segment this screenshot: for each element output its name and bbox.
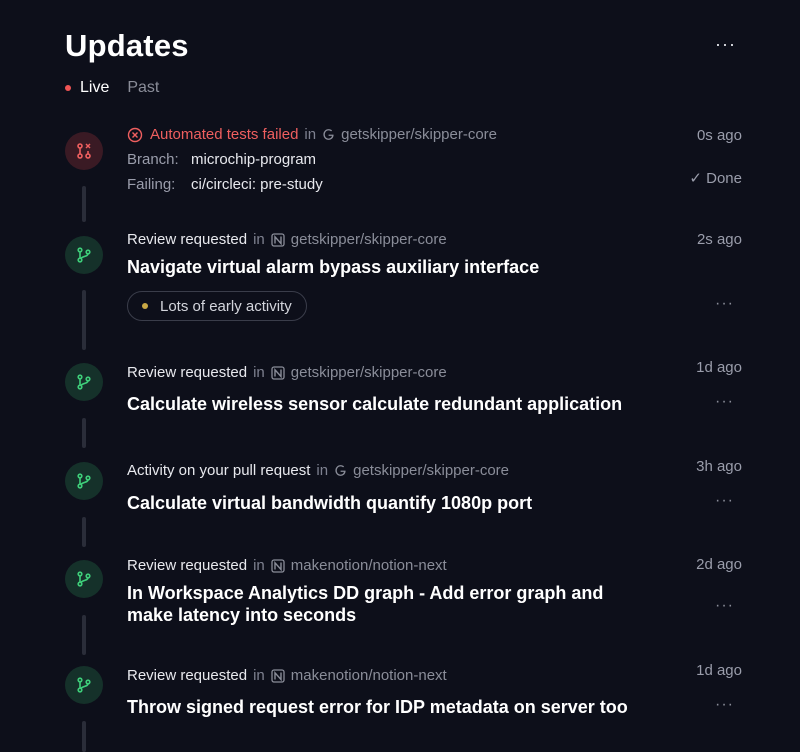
update-title-line-2[interactable]: make latency into seconds bbox=[127, 604, 356, 626]
item-more-button[interactable]: ··· bbox=[715, 597, 734, 615]
repo-link[interactable]: getskipper/skipper-core bbox=[271, 364, 447, 381]
repo-name: makenotion/notion-next bbox=[290, 667, 447, 684]
branch-row: Branch: microchip-program bbox=[127, 151, 316, 168]
notion-icon bbox=[271, 232, 285, 247]
notion-icon bbox=[271, 558, 285, 573]
repo-link[interactable]: getskipper/skipper-core bbox=[322, 126, 497, 143]
event-label: Review requested bbox=[127, 364, 248, 381]
pull-request-icon bbox=[65, 560, 103, 598]
in-label: in bbox=[253, 231, 265, 248]
page-title: Updates bbox=[65, 28, 189, 63]
branch-value: microchip-program bbox=[191, 151, 317, 168]
failing-label: Failing: bbox=[127, 176, 176, 193]
failing-row: Failing: ci/circleci: pre-study bbox=[127, 176, 323, 193]
item-more-button[interactable]: ··· bbox=[715, 696, 734, 714]
tab-live-label: Live bbox=[80, 79, 110, 96]
in-label: in bbox=[253, 667, 265, 684]
timeline-connector bbox=[82, 517, 86, 547]
timestamp: 1d ago bbox=[696, 662, 742, 679]
update-meta: Activity on your pull request in getskip… bbox=[127, 462, 509, 479]
update-meta: Review requested in makenotion/notion-ne… bbox=[127, 667, 447, 684]
branch-label: Branch: bbox=[127, 151, 179, 168]
timestamp: 3h ago bbox=[696, 458, 742, 475]
timeline-connector bbox=[82, 290, 86, 350]
pull-request-icon bbox=[65, 462, 103, 500]
repo-name: makenotion/notion-next bbox=[290, 557, 447, 574]
update-meta: Review requested in makenotion/notion-ne… bbox=[127, 557, 447, 574]
update-meta: Automated tests failed in getskipper/ski… bbox=[127, 126, 497, 143]
timeline-connector bbox=[82, 721, 86, 752]
pull-request-failed-icon bbox=[65, 132, 103, 170]
update-meta: Review requested in getskipper/skipper-c… bbox=[127, 364, 447, 381]
update-title[interactable]: Calculate virtual bandwidth quantify 108… bbox=[127, 492, 532, 514]
timestamp: 2s ago bbox=[696, 231, 742, 248]
repo-name: getskipper/skipper-core bbox=[341, 126, 498, 143]
item-more-button[interactable]: ··· bbox=[715, 492, 734, 510]
live-indicator-dot bbox=[65, 85, 71, 91]
activity-dot bbox=[142, 303, 148, 309]
event-label: Activity on your pull request bbox=[127, 462, 311, 479]
repo-link[interactable]: getskipper/skipper-core bbox=[271, 231, 447, 248]
item-more-button[interactable]: ··· bbox=[715, 295, 734, 313]
timestamp: 2d ago bbox=[696, 556, 742, 573]
event-label: Review requested bbox=[127, 557, 248, 574]
repo-link[interactable]: makenotion/notion-next bbox=[271, 557, 447, 574]
repo-name: getskipper/skipper-core bbox=[290, 364, 447, 381]
chip-label: Lots of early activity bbox=[160, 297, 292, 315]
pull-request-icon bbox=[65, 236, 103, 274]
timeline-connector bbox=[82, 418, 86, 448]
repo-link[interactable]: makenotion/notion-next bbox=[271, 667, 447, 684]
update-title[interactable]: Calculate wireless sensor calculate redu… bbox=[127, 393, 622, 415]
repo-name: getskipper/skipper-core bbox=[353, 462, 510, 479]
timestamp: 1d ago bbox=[696, 359, 742, 376]
tab-past[interactable]: Past bbox=[127, 79, 159, 97]
in-label: in bbox=[253, 364, 265, 381]
pull-request-icon bbox=[65, 363, 103, 401]
timeline-connector bbox=[82, 186, 86, 222]
repo-link[interactable]: getskipper/skipper-core bbox=[334, 462, 509, 479]
more-options-button[interactable]: ··· bbox=[715, 34, 736, 55]
in-label: in bbox=[253, 557, 265, 574]
activity-chip[interactable]: Lots of early activity bbox=[127, 291, 307, 321]
failing-value: ci/circleci: pre-study bbox=[191, 176, 323, 193]
error-circle-icon bbox=[127, 127, 143, 143]
item-more-button[interactable]: ··· bbox=[715, 393, 734, 411]
notion-icon bbox=[271, 365, 285, 380]
tab-live[interactable]: Live bbox=[65, 79, 109, 97]
event-label: Review requested bbox=[127, 667, 248, 684]
tabs: Live Past bbox=[65, 79, 159, 97]
update-title-line-1[interactable]: In Workspace Analytics DD graph - Add er… bbox=[127, 582, 603, 604]
in-label: in bbox=[316, 462, 329, 479]
done-button[interactable]: ✓ Done bbox=[689, 169, 742, 187]
notion-icon bbox=[271, 668, 285, 683]
timestamp: 0s ago bbox=[696, 127, 742, 144]
repo-name: getskipper/skipper-core bbox=[290, 231, 447, 248]
event-label: Review requested bbox=[127, 231, 248, 248]
google-icon bbox=[322, 128, 335, 141]
event-label: Automated tests failed bbox=[150, 126, 299, 143]
update-meta: Review requested in getskipper/skipper-c… bbox=[127, 231, 447, 248]
pull-request-icon bbox=[65, 666, 103, 704]
google-icon bbox=[334, 464, 347, 477]
update-title[interactable]: Throw signed request error for IDP metad… bbox=[127, 696, 628, 718]
in-label: in bbox=[304, 126, 317, 143]
timeline-connector bbox=[82, 615, 86, 655]
update-title[interactable]: Navigate virtual alarm bypass auxiliary … bbox=[127, 256, 539, 278]
